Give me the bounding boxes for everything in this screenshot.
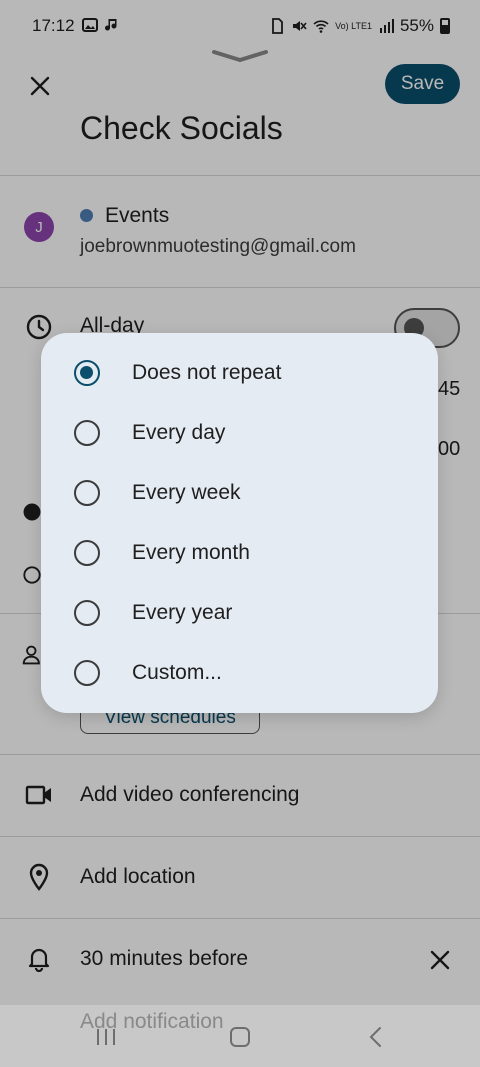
repeat-options-dialog: Does not repeat Every day Every week Eve… [41, 333, 438, 713]
option-label: Does not repeat [132, 361, 282, 384]
repeat-option-every-day[interactable]: Every day [41, 403, 438, 463]
repeat-option-does-not-repeat[interactable]: Does not repeat [41, 343, 438, 403]
repeat-option-every-year[interactable]: Every year [41, 583, 438, 643]
back-icon[interactable] [368, 1026, 384, 1048]
repeat-option-custom[interactable]: Custom... [41, 643, 438, 703]
option-label: Every year [132, 601, 233, 624]
recent-apps-icon[interactable] [95, 1027, 117, 1047]
radio-button[interactable] [74, 540, 100, 566]
radio-button[interactable] [74, 480, 100, 506]
radio-button-selected[interactable] [74, 360, 100, 386]
home-icon[interactable] [229, 1026, 251, 1048]
navigation-bar [0, 1005, 480, 1067]
radio-button[interactable] [74, 600, 100, 626]
repeat-option-every-month[interactable]: Every month [41, 523, 438, 583]
radio-button[interactable] [74, 420, 100, 446]
option-label: Custom... [132, 661, 222, 684]
radio-button[interactable] [74, 660, 100, 686]
option-label: Every day [132, 421, 226, 444]
option-label: Every week [132, 481, 241, 504]
repeat-option-every-week[interactable]: Every week [41, 463, 438, 523]
option-label: Every month [132, 541, 250, 564]
